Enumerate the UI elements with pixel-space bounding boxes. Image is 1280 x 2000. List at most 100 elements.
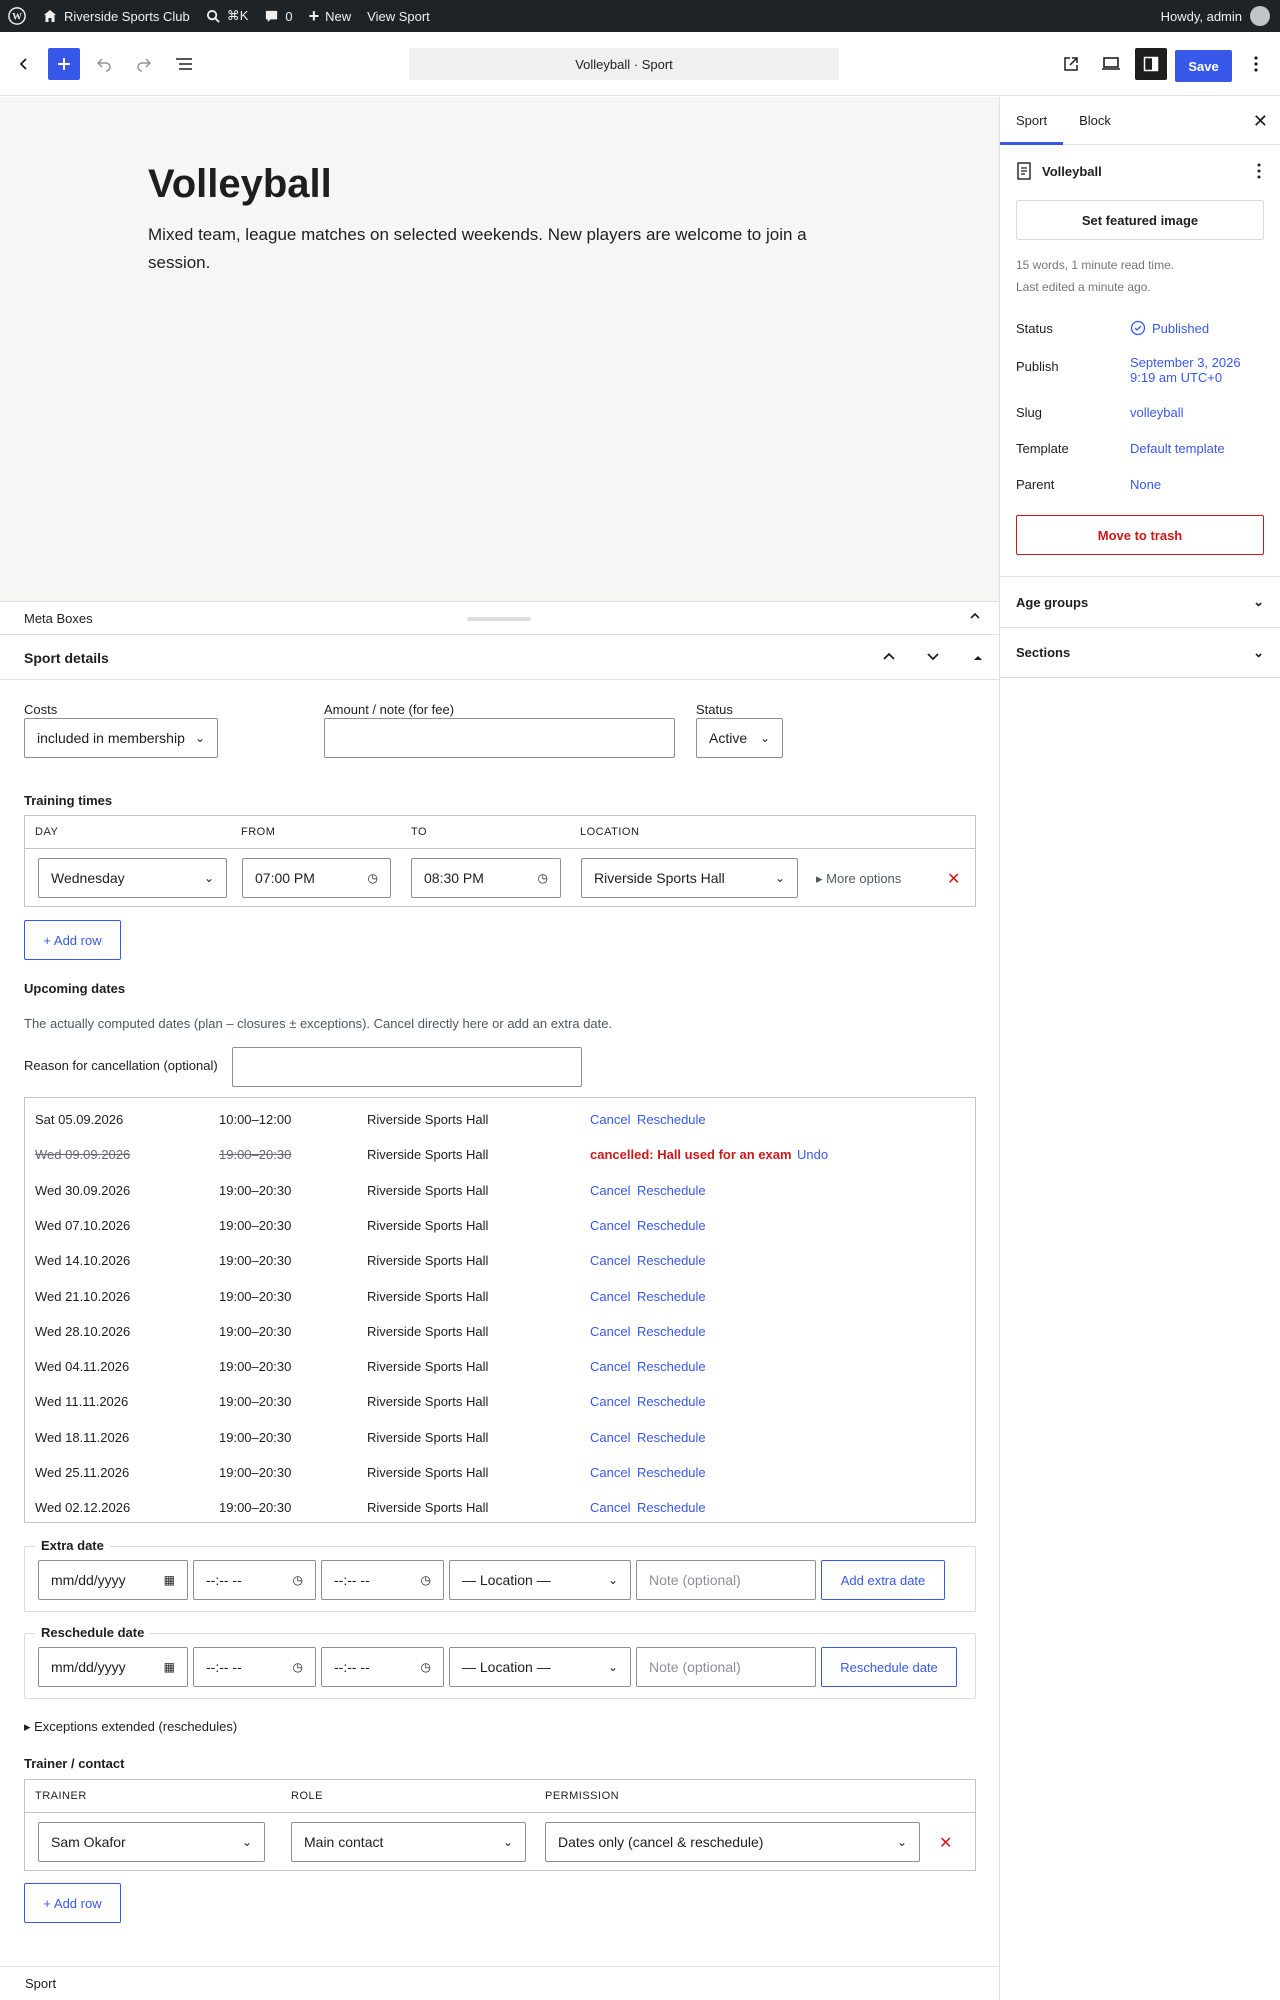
cancel-link[interactable]: Cancel bbox=[590, 1218, 630, 1233]
location-select[interactable]: Riverside Sports Hall ⌄ bbox=[581, 858, 798, 898]
chevron-up-icon[interactable] bbox=[969, 610, 981, 625]
undo-link[interactable]: Undo bbox=[797, 1147, 828, 1162]
add-extra-date-button[interactable]: Add extra date bbox=[821, 1560, 945, 1600]
day-select[interactable]: Wednesday ⌄ bbox=[38, 858, 227, 898]
new-content-link[interactable]: + New bbox=[301, 0, 360, 32]
calendar-icon: ▦ bbox=[163, 1573, 175, 1587]
exceptions-toggle[interactable]: ▸ Exceptions extended (reschedules) bbox=[24, 1719, 237, 1735]
cancel-link[interactable]: Cancel bbox=[590, 1112, 630, 1127]
add-training-row-button[interactable]: + Add row bbox=[24, 920, 121, 960]
settings-sidebar-icon[interactable] bbox=[1135, 48, 1167, 80]
date-cell: Wed 28.10.2026 bbox=[35, 1323, 131, 1339]
resize-handle[interactable] bbox=[467, 617, 531, 621]
role-select[interactable]: Main contact ⌄ bbox=[291, 1822, 526, 1862]
reschedule-note-input[interactable]: Note (optional) bbox=[636, 1647, 816, 1687]
post-title[interactable]: Volleyball bbox=[148, 162, 332, 207]
external-link-icon[interactable] bbox=[1055, 48, 1087, 80]
collapse-toggle-icon[interactable] bbox=[973, 651, 983, 666]
template-value[interactable]: Default template bbox=[1130, 441, 1225, 456]
publish-date[interactable]: September 3, 2026 9:19 am UTC+0 bbox=[1130, 355, 1241, 385]
cancel-link[interactable]: Cancel bbox=[590, 1324, 630, 1339]
extra-start-time[interactable]: --:-- -- ◷ bbox=[193, 1560, 316, 1600]
post-paragraph[interactable]: Mixed team, league matches on selected w… bbox=[148, 221, 828, 277]
comments-link[interactable]: 0 bbox=[256, 0, 300, 32]
reschedule-link[interactable]: Reschedule bbox=[637, 1289, 706, 1304]
options-menu-icon[interactable] bbox=[1240, 48, 1272, 80]
amount-input[interactable] bbox=[324, 718, 675, 758]
reschedule-link[interactable]: Reschedule bbox=[637, 1218, 706, 1233]
document-overview-icon[interactable] bbox=[168, 48, 200, 80]
extra-end-time[interactable]: --:-- -- ◷ bbox=[321, 1560, 444, 1600]
date-cell: Wed 14.10.2026 bbox=[35, 1253, 131, 1269]
from-time-input[interactable]: 07:00 PM ◷ bbox=[242, 858, 391, 898]
reschedule-link[interactable]: Reschedule bbox=[637, 1324, 706, 1339]
reschedule-end-time[interactable]: --:-- -- ◷ bbox=[321, 1647, 444, 1687]
permission-select[interactable]: Dates only (cancel & reschedule) ⌄ bbox=[545, 1822, 920, 1862]
reason-input[interactable] bbox=[232, 1047, 582, 1087]
to-time-input[interactable]: 08:30 PM ◷ bbox=[411, 858, 561, 898]
status-select[interactable]: Active ⌄ bbox=[696, 718, 783, 758]
extra-date-input[interactable]: mm/dd/yyyy ▦ bbox=[38, 1560, 188, 1600]
set-featured-image-button[interactable]: Set featured image bbox=[1016, 200, 1264, 240]
col-from: FROM bbox=[241, 826, 276, 838]
cancel-link[interactable]: Cancel bbox=[590, 1359, 630, 1374]
remove-row-icon[interactable]: ✕ bbox=[947, 869, 960, 889]
save-button[interactable]: Save bbox=[1175, 50, 1232, 82]
account-menu[interactable]: Howdy, admin bbox=[1161, 6, 1280, 26]
parent-value[interactable]: None bbox=[1130, 477, 1161, 492]
reschedule-start-time[interactable]: --:-- -- ◷ bbox=[193, 1647, 316, 1687]
more-options-toggle[interactable]: ▸ More options bbox=[816, 871, 901, 887]
trainer-select[interactable]: Sam Okafor ⌄ bbox=[38, 1822, 265, 1862]
wordpress-logo-icon[interactable]: W bbox=[0, 0, 34, 32]
cancel-link[interactable]: Cancel bbox=[590, 1183, 630, 1198]
breadcrumb-sport[interactable]: Sport bbox=[25, 1976, 56, 1991]
preview-icon[interactable] bbox=[1095, 48, 1127, 80]
table-row: Sat 05.09.2026 10:00–12:00 Riverside Sport… bbox=[25, 1102, 975, 1137]
cancel-link[interactable]: Cancel bbox=[590, 1253, 630, 1268]
reschedule-link[interactable]: Reschedule bbox=[637, 1430, 706, 1445]
document-title-bar[interactable]: Volleyball · Sport bbox=[409, 48, 839, 80]
reschedule-date-button[interactable]: Reschedule date bbox=[821, 1647, 957, 1687]
slug-value[interactable]: volleyball bbox=[1130, 405, 1183, 420]
remove-trainer-row-icon[interactable]: ✕ bbox=[939, 1833, 952, 1853]
move-to-trash-button[interactable]: Move to trash bbox=[1016, 515, 1264, 555]
move-down-icon[interactable] bbox=[926, 649, 940, 666]
command-search[interactable]: ⌘K bbox=[198, 0, 257, 32]
upcoming-dates-list: Sat 05.09.2026 10:00–12:00 Riverside Sport… bbox=[24, 1097, 976, 1523]
search-shortcut: ⌘K bbox=[226, 8, 249, 23]
more-actions-icon[interactable] bbox=[1257, 163, 1261, 182]
reschedule-location-select[interactable]: — Location — ⌄ bbox=[449, 1647, 631, 1687]
close-icon[interactable]: ✕ bbox=[1253, 111, 1268, 132]
slug-label: Slug bbox=[1016, 405, 1043, 420]
tab-block[interactable]: Block bbox=[1063, 97, 1127, 145]
add-trainer-row-button[interactable]: + Add row bbox=[24, 1883, 121, 1923]
move-up-icon[interactable] bbox=[882, 649, 896, 666]
reschedule-link[interactable]: Reschedule bbox=[637, 1394, 706, 1409]
costs-select[interactable]: included in membership ⌄ bbox=[24, 718, 218, 758]
amount-label: Amount / note (for fee) bbox=[324, 702, 455, 717]
reschedule-link[interactable]: Reschedule bbox=[637, 1183, 706, 1198]
reschedule-link[interactable]: Reschedule bbox=[637, 1465, 706, 1480]
cancel-link[interactable]: Cancel bbox=[590, 1289, 630, 1304]
reschedule-link[interactable]: Reschedule bbox=[637, 1112, 706, 1127]
cancel-link[interactable]: Cancel bbox=[590, 1394, 630, 1409]
cancel-link[interactable]: Cancel bbox=[590, 1500, 630, 1515]
view-sport-link[interactable]: View Sport bbox=[359, 0, 438, 32]
reschedule-link[interactable]: Reschedule bbox=[637, 1359, 706, 1374]
site-name-link[interactable]: Riverside Sports Club bbox=[34, 0, 198, 32]
reschedule-link[interactable]: Reschedule bbox=[637, 1253, 706, 1268]
cancel-link[interactable]: Cancel bbox=[590, 1430, 630, 1445]
redo-icon[interactable] bbox=[128, 48, 160, 80]
back-icon[interactable] bbox=[8, 48, 40, 80]
panel-sections[interactable]: Sections ⌄ bbox=[1000, 627, 1280, 678]
panel-age-groups[interactable]: Age groups ⌄ bbox=[1000, 576, 1280, 627]
reschedule-date-input[interactable]: mm/dd/yyyy ▦ bbox=[38, 1647, 188, 1687]
reschedule-link[interactable]: Reschedule bbox=[637, 1500, 706, 1515]
extra-note-input[interactable]: Note (optional) bbox=[636, 1560, 816, 1600]
tab-sport[interactable]: Sport bbox=[1000, 97, 1063, 145]
extra-location-select[interactable]: — Location — ⌄ bbox=[449, 1560, 631, 1600]
cancel-link[interactable]: Cancel bbox=[590, 1465, 630, 1480]
status-value[interactable]: Published bbox=[1130, 320, 1209, 336]
undo-icon[interactable] bbox=[88, 48, 120, 80]
add-block-button[interactable] bbox=[48, 48, 80, 80]
